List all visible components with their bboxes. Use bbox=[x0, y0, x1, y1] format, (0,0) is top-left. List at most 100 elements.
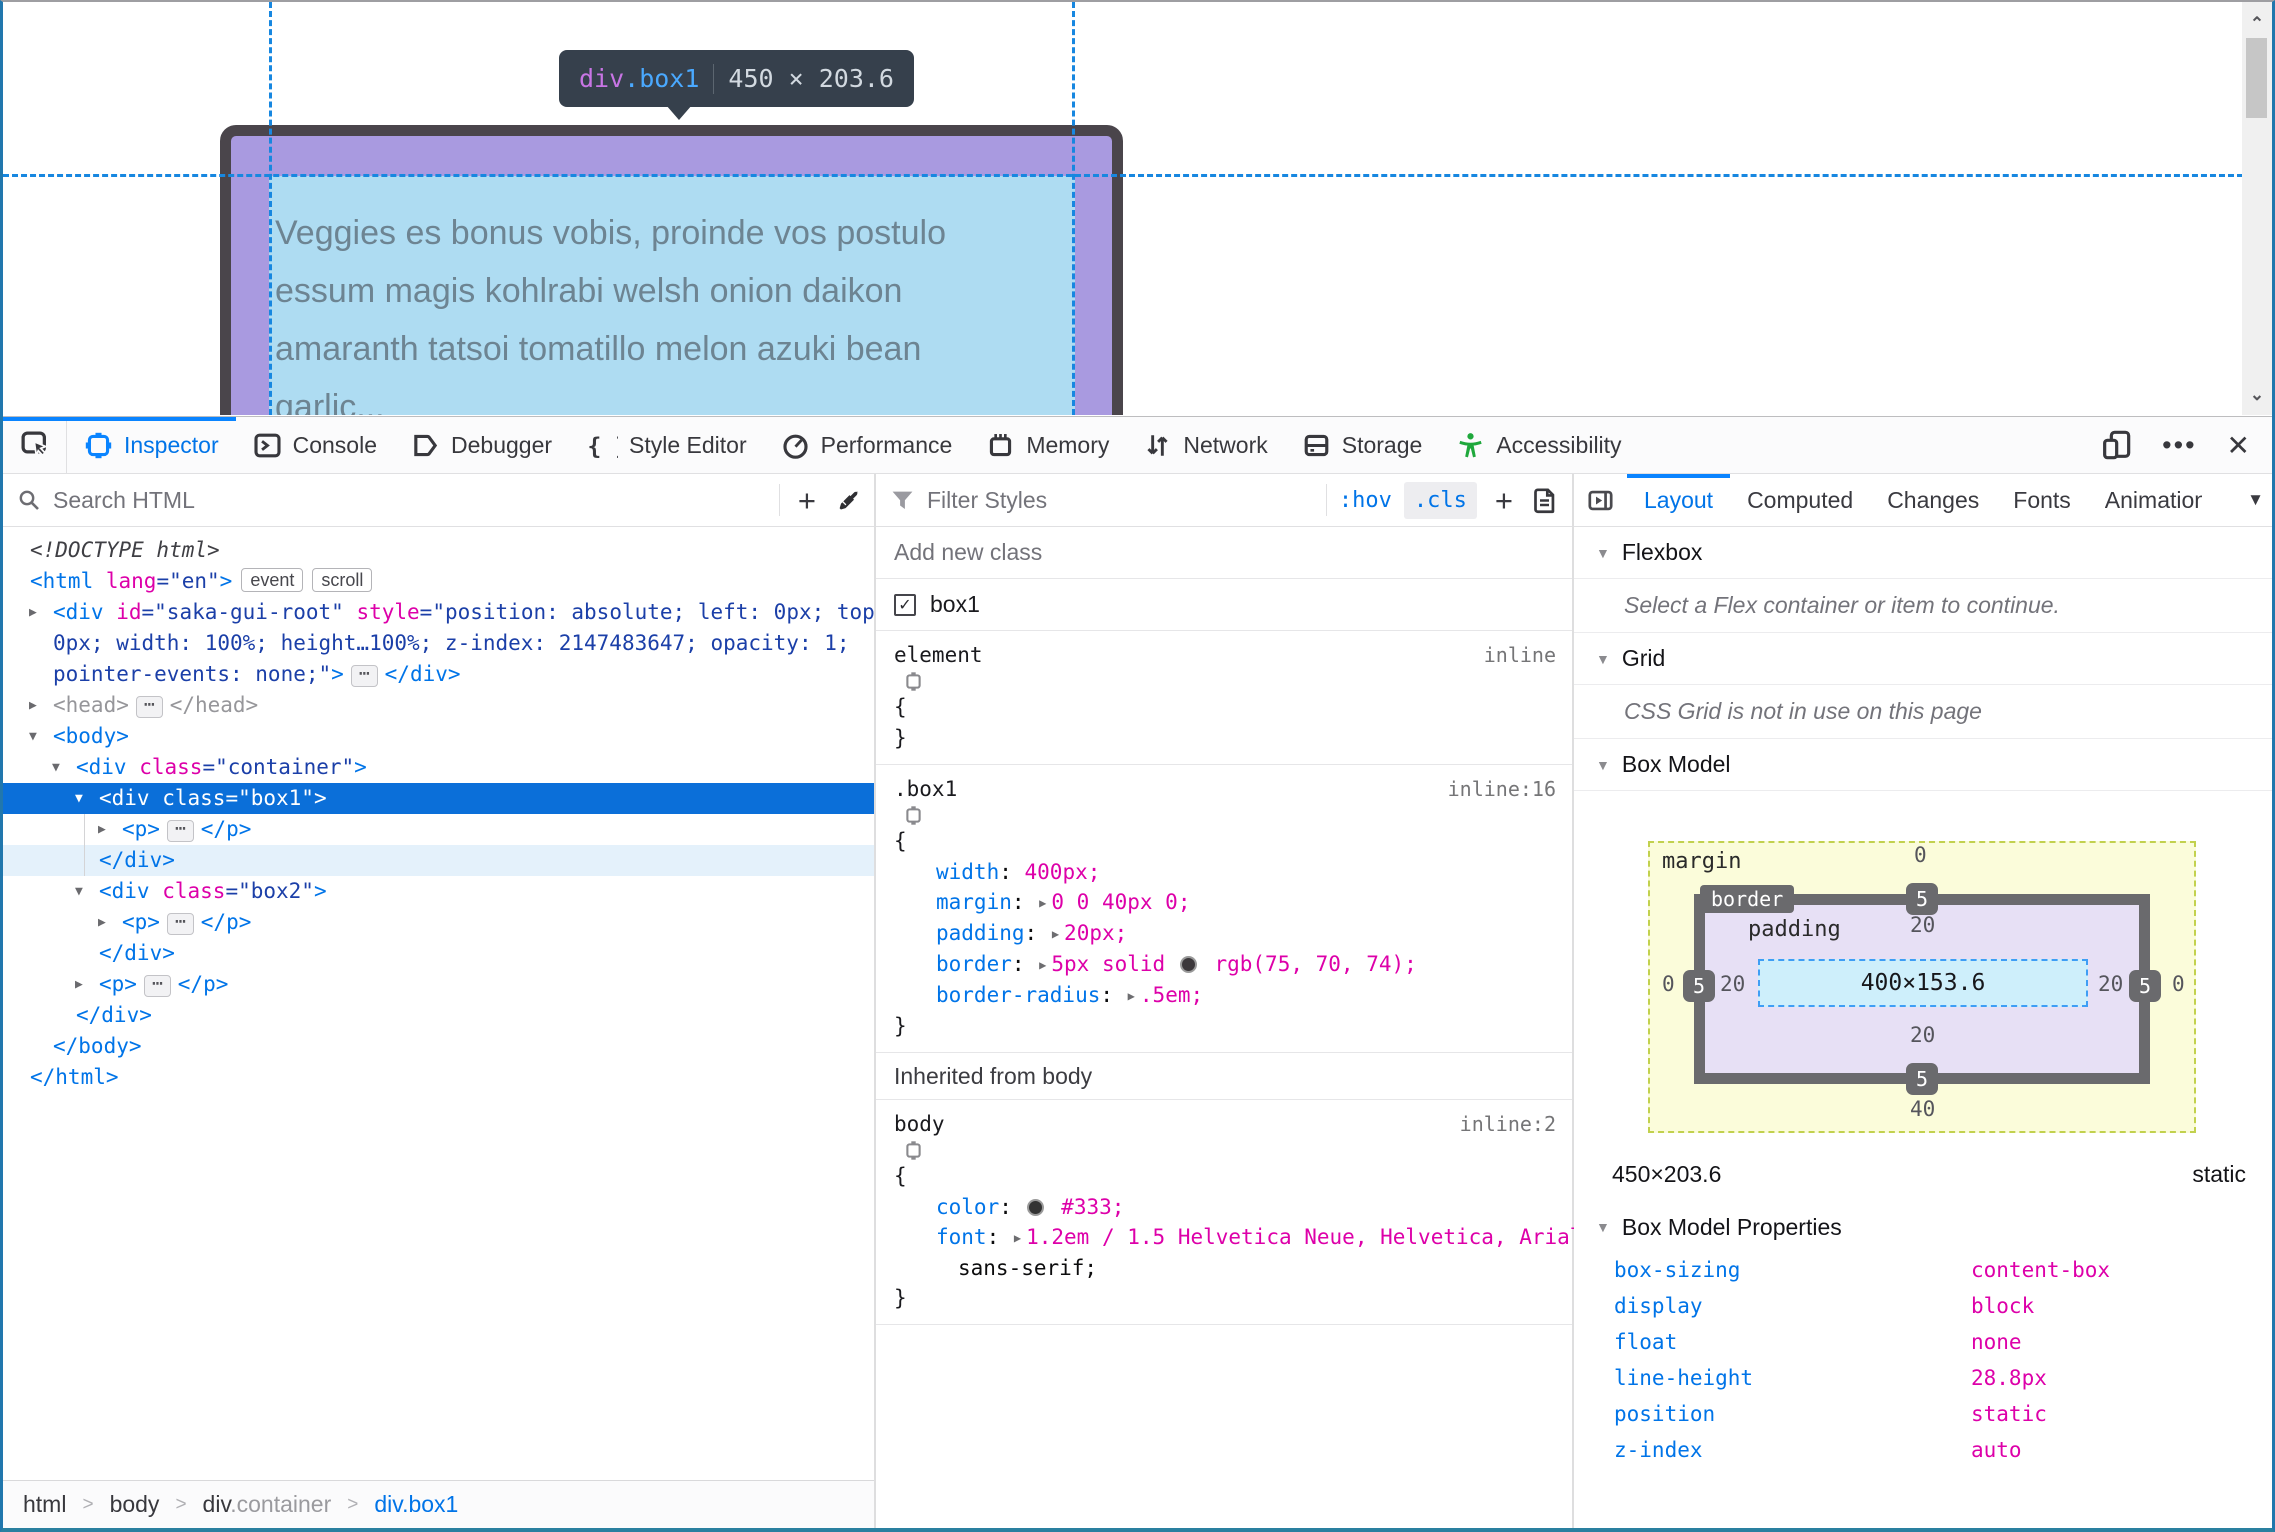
box-model-property-row[interactable]: position static bbox=[1574, 1396, 2272, 1432]
padding-left-value[interactable]: 20 bbox=[1720, 972, 1745, 996]
box-model-property-row[interactable]: z-index auto bbox=[1574, 1432, 2272, 1468]
expand-icon[interactable]: ▶ bbox=[98, 907, 106, 938]
markup-row[interactable]: ▶ <head> ⋯ </head> bbox=[3, 690, 874, 721]
markup-row[interactable]: <html lang="en"> event scroll bbox=[3, 566, 874, 597]
box-model-property-row[interactable]: box-sizing content-box bbox=[1574, 1252, 2272, 1288]
box-model-property-row[interactable]: float none bbox=[1574, 1324, 2272, 1360]
devtools-tab-network[interactable]: Network bbox=[1126, 417, 1284, 473]
scroll-badge[interactable]: scroll bbox=[312, 568, 373, 592]
devtools-tab-storage[interactable]: Storage bbox=[1285, 417, 1440, 473]
all-tabs-dropdown-button[interactable]: ▼ bbox=[2247, 474, 2272, 526]
highlight-matches-icon[interactable] bbox=[894, 1140, 1572, 1161]
collapse-icon[interactable]: ▼ bbox=[75, 876, 83, 907]
close-devtools-button[interactable]: ✕ bbox=[2227, 429, 2250, 462]
flexbox-section-header[interactable]: ▼ Flexbox bbox=[1574, 527, 2272, 579]
box-model-property-row[interactable]: line-height 28.8px bbox=[1574, 1360, 2272, 1396]
expand-shorthand-icon[interactable]: ▶ bbox=[1039, 958, 1046, 972]
margin-top-value[interactable]: 0 bbox=[1914, 843, 1927, 867]
rule-selector[interactable]: .box1 bbox=[894, 777, 957, 801]
markup-row[interactable]: </body> bbox=[3, 1031, 874, 1062]
highlight-matches-icon[interactable] bbox=[894, 671, 1572, 692]
css-declaration[interactable]: font: ▶ 1.2em / 1.5 Helvetica Neue, Helve… bbox=[894, 1222, 1595, 1253]
pick-element-button[interactable] bbox=[3, 417, 67, 473]
sidebar-tab-layout[interactable]: Layout bbox=[1627, 474, 1731, 526]
border-left-value[interactable]: 5 bbox=[1683, 970, 1715, 1002]
expand-icon[interactable]: ▶ bbox=[29, 690, 37, 721]
css-declaration[interactable]: padding: ▶ 20px; bbox=[894, 918, 1572, 949]
markup-row[interactable]: ▶ <div id="saka-gui-root" style="position… bbox=[3, 597, 874, 628]
toggle-third-pane-button[interactable] bbox=[1574, 474, 1627, 526]
css-declaration[interactable]: color: #333; bbox=[894, 1192, 1572, 1222]
page-scrollbar[interactable]: ⌃ ⌄ bbox=[2242, 2, 2272, 415]
event-badge[interactable]: event bbox=[241, 568, 304, 592]
border-bottom-value[interactable]: 5 bbox=[1906, 1063, 1938, 1095]
scrollbar-thumb[interactable] bbox=[2246, 38, 2267, 118]
color-swatch[interactable] bbox=[1026, 1199, 1044, 1216]
expand-shorthand-icon[interactable]: ▶ bbox=[1128, 989, 1135, 1003]
sidebar-tab-computed[interactable]: Computed bbox=[1730, 474, 1870, 526]
markup-row[interactable]: </div> bbox=[3, 938, 874, 969]
inline-text-ellipsis[interactable]: ⋯ bbox=[166, 913, 194, 935]
add-class-input[interactable]: Add new class bbox=[894, 539, 1042, 566]
rule-selector[interactable]: element bbox=[894, 643, 983, 667]
sidebar-tab-animations[interactable]: Animations bbox=[2088, 474, 2219, 526]
add-node-button[interactable]: + bbox=[792, 485, 822, 516]
markup-row[interactable]: ▼ <body> bbox=[3, 721, 874, 752]
scroll-down-icon[interactable]: ⌄ bbox=[2242, 385, 2272, 405]
expand-icon[interactable]: ▶ bbox=[29, 597, 37, 628]
markup-row[interactable]: ▼ <div class="box2"> bbox=[3, 876, 874, 907]
css-declaration[interactable]: margin: ▶ 0 0 40px 0; bbox=[894, 887, 1572, 918]
inline-text-ellipsis[interactable]: ⋯ bbox=[135, 696, 163, 718]
breadcrumb-item[interactable]: div.box1 bbox=[374, 1491, 458, 1518]
border-right-value[interactable]: 5 bbox=[2129, 970, 2161, 1002]
add-rule-button[interactable]: + bbox=[1489, 485, 1519, 516]
expand-shorthand-icon[interactable]: ▶ bbox=[1052, 927, 1059, 941]
markup-row[interactable]: 0px; width: 100%; height…100%; z-index: … bbox=[3, 628, 874, 659]
class-checkbox[interactable]: ✓ bbox=[894, 593, 916, 616]
markup-row[interactable]: </html> bbox=[3, 1062, 874, 1093]
expand-shorthand-icon[interactable]: ▶ bbox=[1014, 1231, 1021, 1245]
breadcrumb-item[interactable]: body bbox=[110, 1491, 160, 1518]
markup-row[interactable]: </div> bbox=[3, 1000, 874, 1031]
breadcrumb-item[interactable]: div.container bbox=[203, 1491, 332, 1518]
class-panel-button[interactable]: .cls bbox=[1403, 481, 1477, 519]
devtools-tab-style-editor[interactable]: { } Style Editor bbox=[569, 417, 764, 473]
margin-bottom-value[interactable]: 40 bbox=[1910, 1097, 1935, 1121]
markup-row[interactable]: </div> bbox=[3, 845, 874, 876]
inline-text-ellipsis[interactable]: ⋯ bbox=[350, 665, 378, 687]
pseudo-class-button[interactable]: :hov bbox=[1339, 488, 1392, 513]
search-input[interactable]: Search HTML bbox=[53, 487, 195, 514]
padding-top-value[interactable]: 20 bbox=[1910, 913, 1935, 937]
print-media-button[interactable] bbox=[1531, 487, 1558, 514]
css-declaration[interactable]: width: 400px; bbox=[894, 857, 1572, 887]
box-model-properties-header[interactable]: ▼ Box Model Properties bbox=[1574, 1202, 2272, 1252]
scroll-up-icon[interactable]: ⌃ bbox=[2242, 14, 2272, 34]
devtools-tab-memory[interactable]: Memory bbox=[969, 417, 1126, 473]
box-model-property-row[interactable]: display block bbox=[1574, 1288, 2272, 1324]
expand-icon[interactable]: ▶ bbox=[98, 814, 106, 845]
collapse-icon[interactable]: ▼ bbox=[75, 783, 83, 814]
rule-source-link[interactable]: inline:2 bbox=[1460, 1112, 1556, 1136]
devtools-tab-debugger[interactable]: Debugger bbox=[394, 417, 569, 473]
box-model-content-layer[interactable]: 400×153.6 bbox=[1758, 959, 2088, 1007]
devtools-tab-inspector[interactable]: Inspector bbox=[3, 417, 236, 473]
inline-text-ellipsis[interactable]: ⋯ bbox=[143, 975, 171, 997]
devtools-tab-console[interactable]: Console bbox=[236, 417, 394, 473]
markup-row[interactable]: ▶ <p> ⋯ </p> bbox=[3, 814, 874, 845]
rule-selector[interactable]: body bbox=[894, 1112, 945, 1136]
markup-row[interactable]: ▶ <p> ⋯ </p> bbox=[3, 969, 874, 1000]
grid-section-header[interactable]: ▼ Grid bbox=[1574, 633, 2272, 685]
markup-row[interactable]: <!DOCTYPE html> bbox=[3, 535, 874, 566]
margin-left-value[interactable]: 0 bbox=[1662, 972, 1675, 996]
eyedropper-button[interactable] bbox=[834, 487, 860, 513]
padding-bottom-value[interactable]: 20 bbox=[1910, 1023, 1935, 1047]
devtools-tab-accessibility[interactable]: Accessibility bbox=[1439, 417, 1638, 473]
responsive-design-mode-button[interactable] bbox=[2100, 429, 2132, 461]
rule-source-link[interactable]: inline:16 bbox=[1448, 777, 1556, 801]
markup-row[interactable]: ▶ <p> ⋯ </p> bbox=[3, 907, 874, 938]
sidebar-tab-changes[interactable]: Changes bbox=[1870, 474, 1996, 526]
breadcrumb-item[interactable]: html bbox=[23, 1491, 66, 1518]
markup-row[interactable]: ▼ <div class="container"> bbox=[3, 752, 874, 783]
border-top-value[interactable]: 5 bbox=[1906, 883, 1938, 915]
expand-shorthand-icon[interactable]: ▶ bbox=[1039, 896, 1046, 910]
